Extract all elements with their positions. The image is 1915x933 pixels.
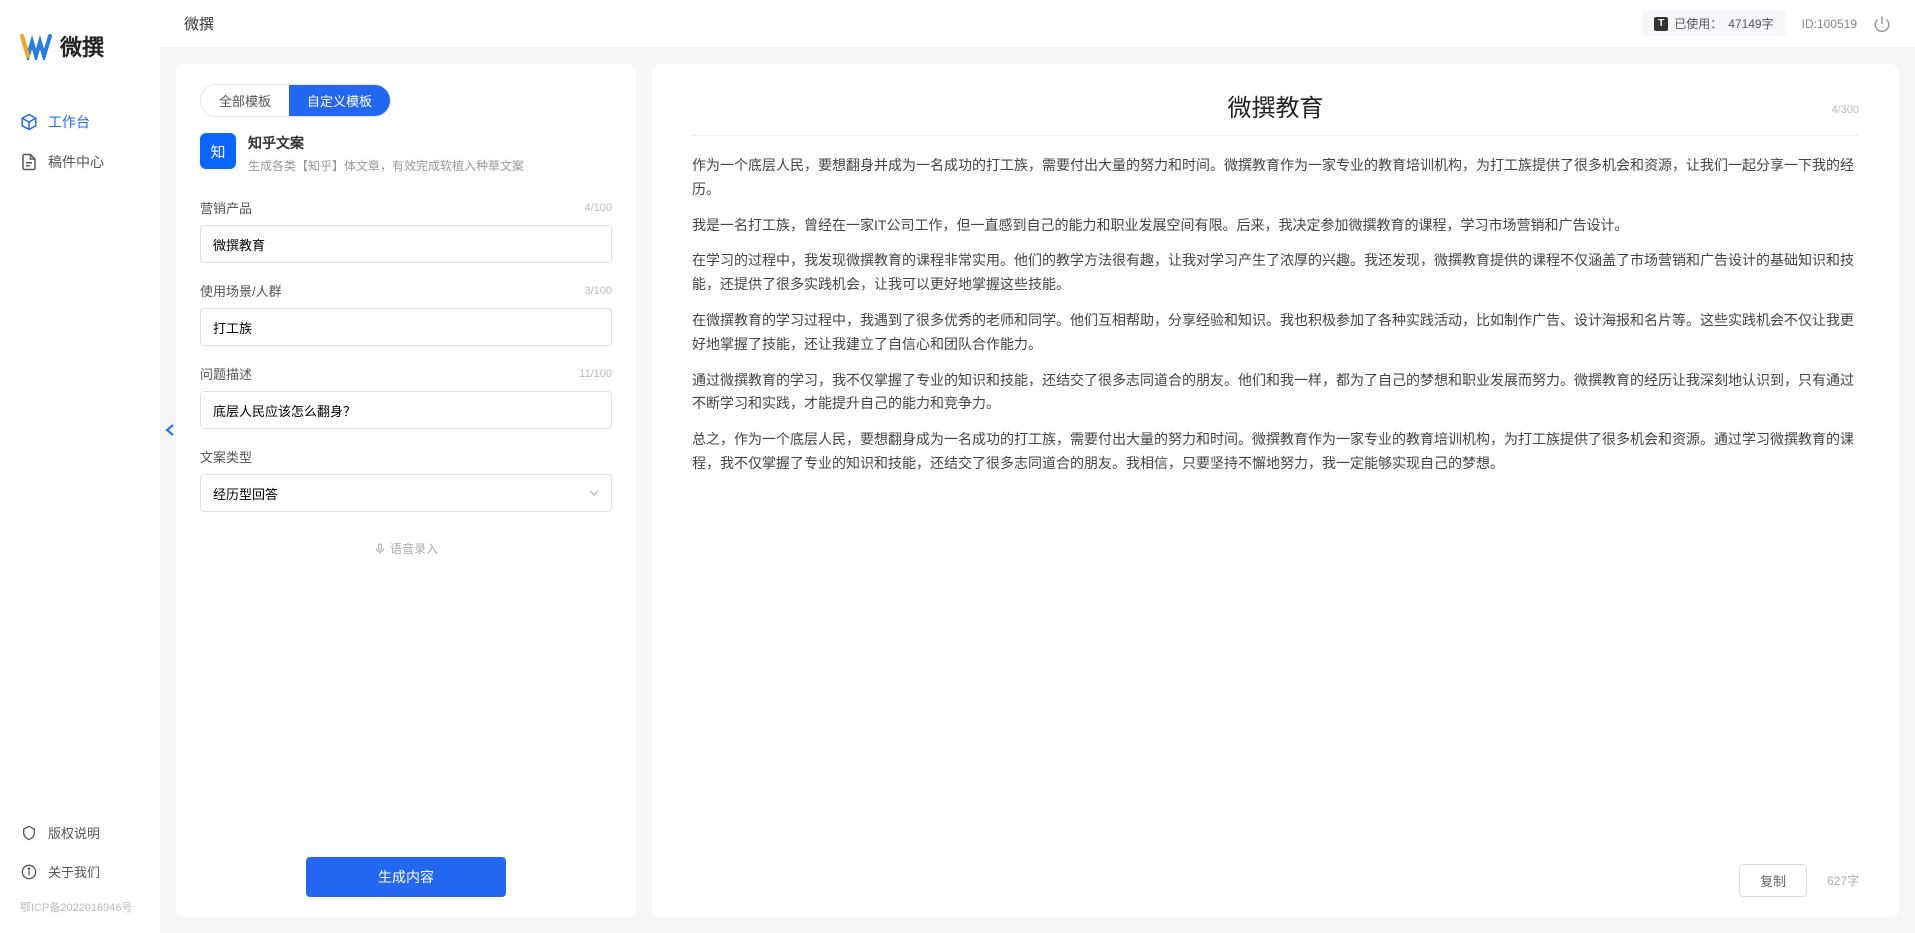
user-id: ID:100519 xyxy=(1802,17,1857,31)
sidebar-nav: 工作台 稿件中心 xyxy=(0,82,160,803)
sidebar: 微撰 工作台 稿件中心 版权说明 xyxy=(0,0,160,933)
logo-icon xyxy=(20,32,52,60)
usage-value: 47149字 xyxy=(1728,15,1773,32)
template-desc: 生成各类【知乎】体文章，有效完成软植入种草文案 xyxy=(248,157,524,174)
shield-icon xyxy=(20,824,38,842)
nav-label: 版权说明 xyxy=(48,823,100,842)
nav-label: 工作台 xyxy=(48,112,90,132)
text-icon: T xyxy=(1654,17,1668,31)
logo: 微撰 xyxy=(0,0,160,82)
result-paragraph: 总之，作为一个底层人民，要想翻身成为一名成功的打工族，需要付出大量的努力和时间。… xyxy=(692,428,1859,476)
cube-icon xyxy=(20,113,38,131)
field-counter: 11/100 xyxy=(579,368,612,380)
result-panel: 微撰教育 4/300 作为一个底层人民，要想翻身并成为一名成功的打工族，需要付出… xyxy=(652,64,1899,917)
field-counter: 4/100 xyxy=(584,202,612,214)
form-panel: 全部模板 自定义模板 知 知乎文案 生成各类【知乎】体文章，有效完成软植入种草文… xyxy=(176,64,636,917)
voice-input-link[interactable]: 语音录入 xyxy=(200,530,612,567)
tab-custom-templates[interactable]: 自定义模板 xyxy=(289,85,390,116)
document-icon xyxy=(20,153,38,171)
copy-button[interactable]: 复制 xyxy=(1739,864,1807,897)
tab-all-templates[interactable]: 全部模板 xyxy=(201,85,289,116)
result-body: 作为一个底层人民，要想翻身并成为一名成功的打工族，需要付出大量的努力和时间。微撰… xyxy=(692,154,1859,854)
nav-item-about[interactable]: 关于我们 xyxy=(0,852,160,891)
nav-label: 稿件中心 xyxy=(48,152,104,172)
voice-label: 语音录入 xyxy=(390,540,438,557)
template-title: 知乎文案 xyxy=(248,133,524,153)
zhihu-icon: 知 xyxy=(200,133,236,169)
type-select[interactable] xyxy=(200,474,612,512)
content: 全部模板 自定义模板 知 知乎文案 生成各类【知乎】体文章，有效完成软植入种草文… xyxy=(160,48,1915,933)
result-paragraph: 通过微撰教育的学习，我不仅掌握了专业的知识和技能，还结交了很多志同道合的朋友。他… xyxy=(692,369,1859,417)
result-paragraph: 在学习的过程中，我发现微撰教育的课程非常实用。他们的教学方法很有趣，让我对学习产… xyxy=(692,249,1859,297)
template-card-header: 知 知乎文案 生成各类【知乎】体文章，有效完成软植入种草文案 xyxy=(200,133,612,174)
char-count: 627字 xyxy=(1827,872,1859,889)
result-title: 微撰教育 xyxy=(1228,88,1324,123)
info-icon xyxy=(20,863,38,881)
field-label: 问题描述 xyxy=(200,364,252,383)
mic-icon xyxy=(374,543,386,555)
field-label: 营销产品 xyxy=(200,198,252,217)
topbar: 微撰 T 已使用： 47149字 ID:100519 xyxy=(160,0,1915,48)
title-counter: 4/300 xyxy=(1831,104,1859,116)
problem-input[interactable] xyxy=(200,391,612,429)
field-counter: 3/100 xyxy=(584,285,612,297)
main: 微撰 T 已使用： 47149字 ID:100519 全部模板 自定义模板 xyxy=(160,0,1915,933)
scene-input[interactable] xyxy=(200,308,612,346)
product-input[interactable] xyxy=(200,225,612,263)
field-scene: 使用场景/人群 3/100 xyxy=(200,281,612,346)
result-paragraph: 在微撰教育的学习过程中，我遇到了很多优秀的老师和同学。他们互相帮助，分享经验和知… xyxy=(692,309,1859,357)
logo-text: 微撰 xyxy=(60,30,104,62)
nav-item-workbench[interactable]: 工作台 xyxy=(0,102,160,142)
field-problem: 问题描述 11/100 xyxy=(200,364,612,429)
usage-badge: T 已使用： 47149字 xyxy=(1642,11,1785,36)
usage-label: 已使用： xyxy=(1674,15,1722,32)
field-label: 文案类型 xyxy=(200,447,252,466)
result-paragraph: 作为一个底层人民，要想翻身并成为一名成功的打工族，需要付出大量的努力和时间。微撰… xyxy=(692,154,1859,202)
icp-text: 鄂ICP备2022016946号 xyxy=(0,891,160,923)
nav-item-drafts[interactable]: 稿件中心 xyxy=(0,142,160,182)
field-type: 文案类型 xyxy=(200,447,612,512)
power-icon[interactable] xyxy=(1873,15,1891,33)
nav-item-copyright[interactable]: 版权说明 xyxy=(0,813,160,852)
field-product: 营销产品 4/100 xyxy=(200,198,612,263)
result-title-row: 微撰教育 4/300 xyxy=(692,88,1859,136)
field-label: 使用场景/人群 xyxy=(200,281,282,300)
result-paragraph: 我是一名打工族，曾经在一家IT公司工作，但一直感到自己的能力和职业发展空间有限。… xyxy=(692,214,1859,238)
generate-button[interactable]: 生成内容 xyxy=(306,857,506,897)
nav-label: 关于我们 xyxy=(48,862,100,881)
collapse-handle-icon[interactable] xyxy=(164,423,176,437)
page-title: 微撰 xyxy=(184,13,1626,34)
template-tabs: 全部模板 自定义模板 xyxy=(200,84,391,117)
sidebar-footer: 版权说明 关于我们 鄂ICP备2022016946号 xyxy=(0,803,160,933)
result-footer: 复制 627字 xyxy=(692,854,1859,897)
